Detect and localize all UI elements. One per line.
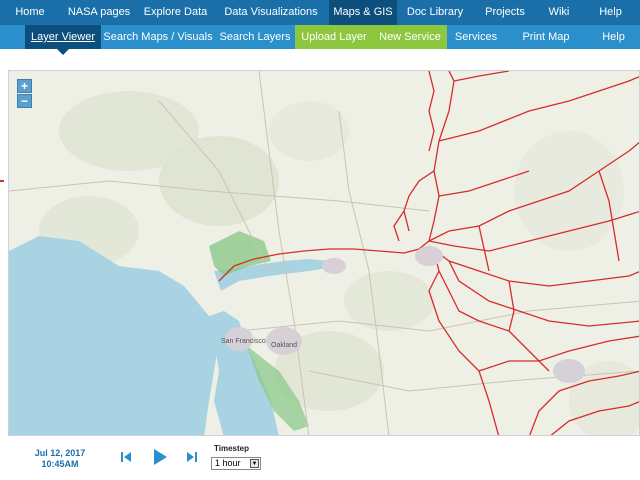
tab-search-layers[interactable]: Search Layers: [215, 25, 295, 49]
current-date: Jul 12, 2017: [34, 448, 86, 458]
play-button[interactable]: [152, 448, 168, 471]
skip-back-icon: [121, 452, 131, 462]
tab-search-maps-visuals[interactable]: Search Maps / Visuals: [101, 25, 215, 49]
nav-maps-gis[interactable]: Maps & GIS: [329, 0, 397, 25]
top-nav: Home NASA pages Explore Data Data Visual…: [0, 0, 640, 25]
nav-explore-data[interactable]: Explore Data: [138, 0, 213, 25]
nav-data-visualizations[interactable]: Data Visualizations: [213, 0, 329, 25]
tab-layer-viewer[interactable]: Layer Viewer: [25, 25, 101, 55]
current-datetime: Jul 12, 2017 10:45AM: [30, 448, 90, 470]
map-viewer[interactable]: San Francisco Oakland + −: [8, 70, 640, 436]
nav-projects[interactable]: Projects: [473, 0, 537, 25]
side-marker: [0, 180, 4, 182]
skip-back-button[interactable]: [120, 450, 132, 469]
current-time: 10:45AM: [41, 459, 79, 469]
skip-forward-icon: [187, 452, 197, 462]
nav-doc-library[interactable]: Doc Library: [397, 0, 473, 25]
timestep-select[interactable]: 1 hour ▼: [211, 457, 261, 470]
zoom-out-button[interactable]: −: [17, 94, 32, 108]
timestep-value: 1 hour: [215, 458, 241, 468]
map-canvas[interactable]: San Francisco Oakland: [9, 71, 640, 436]
skip-forward-button[interactable]: [186, 450, 198, 469]
label-san-francisco: San Francisco: [221, 338, 266, 345]
upload-layer-button[interactable]: Upload Layer: [295, 25, 373, 49]
nav-wiki[interactable]: Wiki: [537, 0, 581, 25]
nav-nasa-pages[interactable]: NASA pages: [60, 0, 138, 25]
nav-home[interactable]: Home: [0, 0, 60, 25]
tab-help[interactable]: Help: [587, 25, 640, 49]
play-icon: [154, 449, 167, 465]
sub-nav: Layer Viewer Search Maps / Visuals Searc…: [0, 25, 640, 55]
new-service-button[interactable]: New Service: [373, 25, 447, 49]
tab-print-map[interactable]: Print Map: [505, 25, 587, 49]
tab-services[interactable]: Services: [447, 25, 505, 49]
timestep-label: Timestep: [214, 444, 249, 453]
zoom-in-button[interactable]: +: [17, 79, 32, 93]
chevron-down-icon: ▼: [250, 459, 259, 468]
label-oakland: Oakland: [271, 342, 297, 349]
sub-nav-spacer: [0, 25, 25, 49]
nav-help[interactable]: Help: [581, 0, 640, 25]
playback-controls: Jul 12, 2017 10:45AM Timestep 1 hour ▼: [0, 438, 640, 480]
